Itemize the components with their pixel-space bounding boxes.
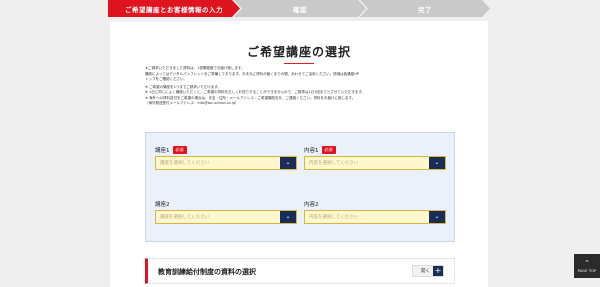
course1-label: 講座1: [155, 147, 170, 154]
chevron-down-icon[interactable]: ⌄: [429, 211, 445, 223]
open-button-label: 開く: [421, 269, 430, 274]
note-line: トップをご確認ください。: [145, 77, 187, 81]
progress-steps: ご希望講座とお客様情報の入力 確認 完了: [0, 0, 600, 17]
main-card: ご希望講座の選択 ★ご請求いただきました資料は、1週間程度でお届け致します。 講…: [110, 21, 488, 287]
course2-select[interactable]: 講座を選択してください ⌄: [155, 210, 297, 224]
page-title: ご希望講座の選択: [246, 45, 351, 59]
content1-placeholder: 内容を選択してください: [309, 161, 359, 166]
title-underline: [284, 63, 314, 64]
content1-label: 内容1: [304, 147, 319, 154]
course-selection-form: 講座1 必須 講座を選択してください ⌄ 内容1 必須 内容を選択してください …: [145, 132, 455, 242]
required-badge: 必須: [321, 145, 336, 154]
note-line: （海外発送受付メールアドレス：info@tac-school.co.jp）: [145, 101, 239, 105]
subsidy-section: 教育訓練給付制度の資料の選択 開く +: [145, 258, 455, 284]
step-confirm: 確認: [234, 0, 366, 17]
content2-field: 内容2 内容を選択してください ⌄: [304, 199, 446, 224]
chevron-down-icon[interactable]: ⌄: [280, 157, 296, 169]
required-badge: 必須: [172, 145, 187, 154]
chevron-up-icon: ⌃: [584, 258, 590, 267]
content1-field: 内容1 必須 内容を選択してください ⌄: [304, 145, 446, 170]
content2-select[interactable]: 内容を選択してください ⌄: [304, 210, 446, 224]
chevron-down-icon[interactable]: ⌄: [280, 211, 296, 223]
course1-placeholder: 講座を選択してください: [160, 161, 210, 166]
step-input: ご希望講座とお客様情報の入力: [108, 0, 240, 17]
content1-select[interactable]: 内容を選択してください ⌄: [304, 156, 446, 170]
step-complete: 完了: [360, 0, 490, 17]
course1-field: 講座1 必須 講座を選択してください ⌄: [155, 145, 297, 170]
page-top-label: PAGE TOP: [577, 268, 597, 273]
content2-label: 内容2: [304, 201, 319, 208]
page-top-button[interactable]: ⌃ PAGE TOP: [574, 254, 600, 278]
chevron-down-icon[interactable]: ⌄: [429, 157, 445, 169]
open-button[interactable]: 開く +: [412, 265, 444, 277]
course2-field: 講座2 講座を選択してください ⌄: [155, 199, 297, 224]
content2-placeholder: 内容を選択してください: [309, 215, 359, 220]
plus-icon: +: [433, 266, 443, 276]
course1-select[interactable]: 講座を選択してください ⌄: [155, 156, 297, 170]
course2-label: 講座2: [155, 201, 170, 208]
request-notes: ★ご請求いただきました資料は、1週間程度でお届け致します。 講座によってはデジタ…: [145, 66, 455, 107]
course2-placeholder: 講座を選択してください: [160, 215, 210, 220]
subsidy-title: 教育訓練給付制度の資料の選択: [158, 268, 256, 276]
